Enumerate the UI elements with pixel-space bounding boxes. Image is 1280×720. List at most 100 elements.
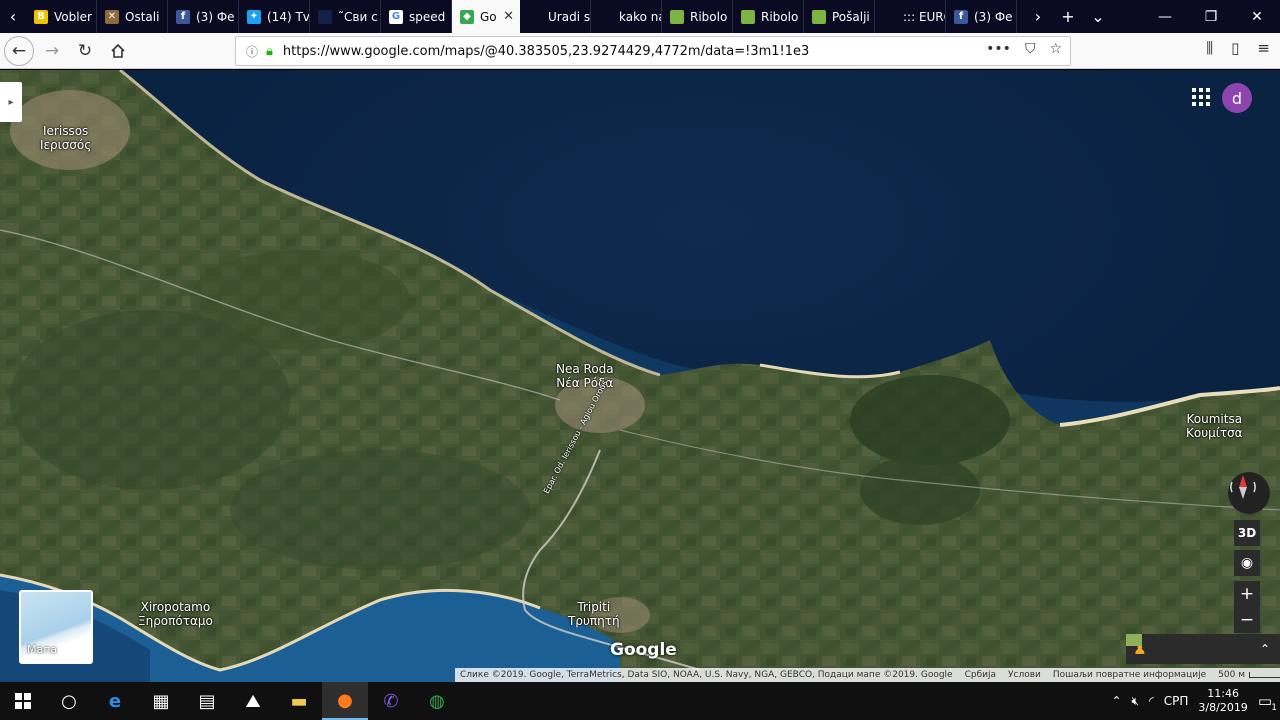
taskbar-calculator[interactable]: ▦ [138,682,184,720]
browser-tab[interactable]: f (3) Фе [946,0,1017,33]
expand-side-panel-button[interactable]: ▸ [0,82,22,122]
back-button[interactable]: ← [4,35,34,66]
google-apps-icon[interactable] [1192,88,1210,106]
tab-label: Uradi sam [548,9,590,24]
browser-tab[interactable]: Uradi sam [520,0,591,33]
map-layer-toggle[interactable]: Мапа [19,590,93,664]
minimize-button[interactable]: — [1142,0,1188,33]
taskbar-file-explorer[interactable]: ▬ [276,682,322,720]
taskbar-edge[interactable]: e [92,682,138,720]
taskbar-photos[interactable]: ⛰ [230,682,276,720]
region-link[interactable]: Србија [965,670,996,680]
volume-muted-icon[interactable]: 🔇︎ [1132,694,1140,709]
browser-tab[interactable]: f (3) Фе [168,0,239,33]
clock-date: 3/8/2019 [1198,701,1248,714]
input-language[interactable]: СРП [1164,694,1189,708]
library-icon[interactable]: ⫼ [1206,39,1213,57]
browser-tab[interactable]: kako napr [591,0,662,33]
bookmark-star-icon[interactable]: ☆ [1049,41,1062,57]
map-layer-label: Мапа [27,643,58,656]
location-target-icon: ◉ [1240,555,1254,571]
tab-label: Ribolo [690,9,728,24]
attribution-text: Слике ©2019. Google, TerraMetrics, Data … [460,670,953,680]
scale-control[interactable]: 500 м [1218,670,1280,680]
tray-overflow-icon[interactable]: ⌃ [1111,694,1121,708]
menu-icon[interactable]: ≡ [1257,39,1270,57]
3d-toggle-button[interactable]: 3D [1234,520,1260,546]
feedback-link[interactable]: Пошаљи повратне информације [1053,670,1206,680]
screen: ‹ B Vobler ✕ Ostali f (3) Фе ✦ (14) Tv ˜Сви с Gsp… [0,0,1280,720]
folder-icon: ▬ [290,690,308,712]
browser-tab[interactable]: ::: EUROST [875,0,946,33]
browser-tab[interactable]: ˜Сви с [310,0,381,33]
all-tabs-button[interactable]: ⌄ [1083,7,1113,26]
browser-tab[interactable]: ◆ Go ✕ [452,0,520,33]
imagery-thumbnail-field[interactable] [1126,634,1142,646]
browser-tab[interactable]: Ribolo [733,0,804,33]
place-name-latin: Xiropotamo [140,600,211,614]
url-text[interactable]: https://www.google.com/maps/@40.383505,2… [283,44,809,59]
sidebar-icon[interactable]: ▯ [1231,39,1239,57]
google-favicon-icon: G [389,9,403,24]
notification-count: 1 [1271,703,1277,713]
green-favicon-icon [812,9,826,24]
my-location-button[interactable]: ◉ [1234,550,1260,576]
browser-tab[interactable]: ✦ (14) Tv [239,0,310,33]
close-tab-button[interactable]: ✕ [503,9,514,24]
expand-imagery-icon[interactable]: ⌃ [1260,642,1270,656]
tab-label: (3) Фе [196,9,235,24]
place-label-xiropotamo[interactable]: Xiropotamo Ξηροπόταμο [138,600,213,628]
place-label-koumitsa[interactable]: Koumitsa Κουμίτσα [1186,412,1243,440]
start-button[interactable] [0,682,46,720]
browser-tab[interactable]: Gspeed [381,0,452,33]
compass-control[interactable] [1228,472,1270,514]
cortana-button[interactable]: ○ [46,682,92,720]
blank-favicon-icon [599,9,613,24]
account-avatar[interactable]: d [1222,83,1252,113]
place-name-latin: Nea Roda [556,362,614,376]
zoom-in-button[interactable]: + [1234,581,1260,607]
taskbar-chrome[interactable]: ◍ [414,682,460,720]
browser-tab[interactable]: Ribolo [662,0,733,33]
satellite-map[interactable]: Ierissos Ιερισσός Nea Roda Νέα Ρόδα Koum… [0,70,1280,682]
tab-scroll-right-icon[interactable]: › [1023,7,1053,26]
green-favicon-icon [741,9,755,24]
maximize-button[interactable]: ❐ [1188,0,1234,33]
browser-tab[interactable]: Pošalji [804,0,875,33]
lock-icon[interactable]: 🔒︎ [266,44,273,59]
place-label-tripiti[interactable]: Tripiti Τρυπητή [568,600,620,628]
taskbar-firefox[interactable]: ● [322,682,368,720]
forward-button[interactable]: → [37,36,67,66]
terms-link[interactable]: Услови [1008,670,1041,680]
photos-icon: ⛰ [245,690,261,712]
info-icon[interactable]: ⓘ [244,43,260,60]
browser-tab[interactable]: ✕ Ostali [97,0,168,33]
windows-logo-icon [15,693,31,709]
firefox-icon: ● [337,689,353,711]
browser-tab[interactable]: B Vobler [26,0,97,33]
tab-scroll-left-icon[interactable]: ‹ [0,0,26,33]
wifi-icon[interactable]: ◜ [1149,694,1154,708]
clock[interactable]: 11:46 3/8/2019 [1198,687,1247,715]
close-window-button[interactable]: ✕ [1234,0,1280,33]
pocket-icon[interactable]: ⛉ [1025,41,1036,57]
place-label-ierissos[interactable]: Ierissos Ιερισσός [40,124,91,152]
zoom-out-button[interactable]: − [1234,607,1260,633]
notification-center-icon[interactable]: ▭ 1 [1258,692,1277,713]
place-name-latin: Tripiti [577,600,611,614]
tab-label: Pošalji [832,9,870,24]
tab-label: Ribolo [761,9,799,24]
tab-label: (14) Tv [267,9,309,24]
url-bar[interactable]: ⓘ 🔒︎ https://www.google.com/maps/@40.383… [235,36,1071,66]
compass-icon [1230,475,1256,499]
home-button[interactable] [103,36,133,66]
taskbar-viber[interactable]: ✆ [368,682,414,720]
new-tab-button[interactable]: + [1053,7,1083,26]
scale-label: 500 м [1218,670,1245,680]
taskbar-calendar[interactable]: ▤ [184,682,230,720]
google-logo: Google [610,640,677,660]
page-actions-icon[interactable]: ••• [986,41,1011,57]
reload-button[interactable]: ↻ [70,36,100,66]
tab-label: kako napr [619,9,661,24]
blank-favicon-icon [528,9,542,24]
